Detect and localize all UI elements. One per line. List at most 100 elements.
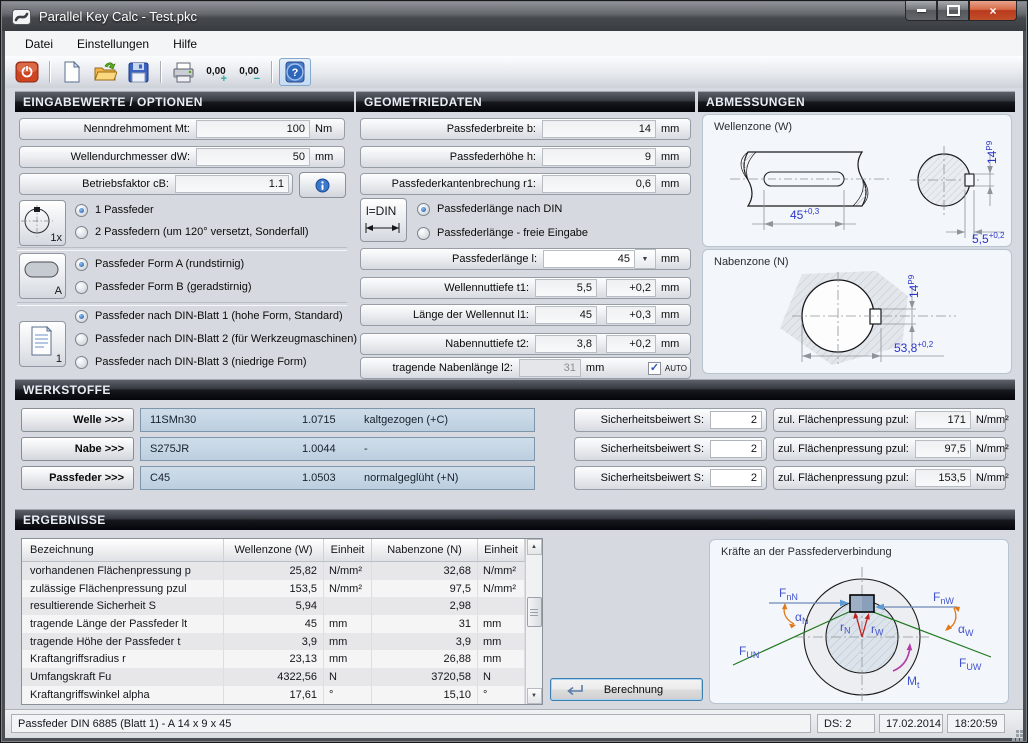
field-unit: mm [656, 309, 687, 321]
scroll-up-button[interactable]: ▲ [527, 539, 542, 555]
option-two-keys[interactable]: 2 Passfedern (um 120° versetzt, Sonderfa… [75, 224, 309, 240]
option-length-free[interactable]: Passfederlänge - freie Eingabe [417, 225, 588, 241]
table-row: Kraftangriffswinkel alpha 17,61 ° 15,10 … [22, 686, 525, 704]
option-label: Passfeder nach DIN-Blatt 2 (für Werkzeug… [95, 333, 357, 345]
welle-safety-row: Sicherheitsbeiwert S: 2 [574, 408, 767, 432]
app-icon [12, 9, 31, 25]
scroll-down-button[interactable]: ▼ [527, 688, 542, 704]
result-nabenzone-value: 26,88 [372, 650, 478, 668]
option-form-b[interactable]: Passfeder Form B (geradstirnig) [75, 279, 252, 295]
table-header-row: Bezeichnung Wellenzone (W) Einheit Naben… [22, 539, 525, 562]
col-header-einheit-1[interactable]: Einheit [324, 539, 372, 562]
field-unit: mm [656, 253, 687, 265]
field-label: Wellendurchmesser dW: [23, 151, 196, 163]
close-button[interactable]: × [969, 1, 1017, 21]
option-label: Passfeder nach DIN-Blatt 3 (niedrige For… [95, 356, 307, 368]
open-file-button[interactable] [90, 59, 120, 85]
title-bar[interactable]: Parallel Key Calc - Test.pkc [2, 2, 1026, 31]
section-header-abmessungen: ABMESSUNGEN [698, 91, 1015, 112]
result-unit: mm [324, 615, 372, 633]
option-form-a[interactable]: Passfeder Form A (rundstirnig) [75, 256, 244, 272]
scrollbar-thumb[interactable] [527, 597, 542, 627]
field-unit: mm [581, 362, 620, 374]
passfederlaenge-dropdown[interactable]: ▼ [635, 249, 656, 269]
result-unit: N/mm² [478, 562, 525, 580]
option-din-blatt-3[interactable]: Passfeder nach DIN-Blatt 3 (niedrige For… [75, 354, 307, 370]
resize-grip[interactable] [1016, 730, 1019, 733]
field-nenndrehmoment: Nenndrehmoment Mt: 100 Nm [19, 118, 345, 140]
pressure-label: zul. Flächenpressung pzul: [778, 472, 915, 484]
enter-arrow-icon [563, 683, 585, 697]
menu-einstellungen[interactable]: Einstellungen [65, 33, 161, 55]
result-wellenzone-value: 153,5 [224, 580, 324, 598]
status-text: Passfeder DIN 6885 (Blatt 1) - A 14 x 9 … [11, 714, 811, 733]
wellenzone-drawing: 45+0,3 14P9 5,5+0,2 [704, 138, 1010, 246]
result-unit: N/mm² [324, 580, 372, 598]
dim-key-width: 14 [985, 150, 999, 164]
berechnung-button[interactable]: Berechnung [550, 678, 703, 701]
status-ds: DS: 2 [817, 714, 875, 733]
option-one-key[interactable]: 1 Passfeder [75, 202, 154, 218]
torque-label: M [907, 674, 917, 688]
nabe-safety-input[interactable]: 2 [710, 440, 762, 458]
table-row: vorhandenen Flächenpressung p 25,82 N/mm… [22, 562, 525, 580]
col-header-bezeichnung[interactable]: Bezeichnung [22, 539, 224, 562]
force-label-fun: F [739, 644, 746, 658]
arrow-up-icon: ▲ [531, 544, 537, 550]
svg-text:FUW: FUW [959, 656, 982, 672]
option-din-blatt-1[interactable]: Passfeder nach DIN-Blatt 1 (hohe Form, S… [75, 308, 343, 324]
dim-bore-tol: +0,2 [917, 340, 933, 349]
col-header-nabenzone[interactable]: Nabenzone (N) [372, 539, 478, 562]
radio-icon [417, 203, 430, 216]
pressure-label: zul. Flächenpressung pzul: [778, 443, 915, 455]
result-unit: mm [324, 633, 372, 651]
iconbox-label: 1 [56, 353, 62, 365]
welle-material-button[interactable]: Welle >>> [21, 408, 134, 432]
result-wellenzone-value: 45 [224, 615, 324, 633]
material-number: 1.0044 [293, 443, 355, 455]
wellendurchmesser-input[interactable]: 50 [196, 148, 310, 166]
option-din-blatt-2[interactable]: Passfeder nach DIN-Blatt 2 (für Werkzeug… [75, 331, 357, 347]
section-header-eingabewerte: EINGABEWERTE / OPTIONEN [15, 91, 354, 112]
iconbox-label: A [55, 285, 62, 297]
nenndrehmoment-input[interactable]: 100 [196, 120, 310, 138]
force-diagram-panel: Kräfte an der Passfederverbindung [709, 539, 1009, 704]
col-header-wellenzone[interactable]: Wellenzone (W) [224, 539, 324, 562]
maximize-button[interactable] [937, 1, 969, 21]
option-length-din[interactable]: Passfederlänge nach DIN [417, 201, 562, 217]
nabennuttiefe-tolerance: +0,2 [606, 335, 656, 353]
result-nabenzone-value: 31 [372, 615, 478, 633]
menu-datei[interactable]: Datei [13, 33, 65, 55]
nabenlaenge-value: 31 [519, 359, 581, 377]
nabe-material-button[interactable]: Nabe >>> [21, 437, 134, 461]
passfeder-material-button[interactable]: Passfeder >>> [21, 466, 134, 490]
material-number: 1.0715 [293, 414, 355, 426]
option-label: Passfeder Form B (geradstirnig) [95, 281, 252, 293]
wellennuttiefe-value: 5,5 [535, 279, 597, 297]
decimal-increase-button[interactable]: 0,00 + [201, 59, 231, 85]
nabe-material-box: S275JR 1.0044 - [140, 437, 535, 461]
betriebsfaktor-info-button[interactable] [299, 172, 346, 198]
info-icon [315, 178, 330, 193]
dim-slot-length-tol: +0,3 [803, 207, 819, 216]
help-button[interactable]: ? [279, 58, 311, 86]
print-button[interactable] [168, 59, 198, 85]
passfeder-safety-row: Sicherheitsbeiwert S: 2 [574, 466, 767, 490]
table-row: resultierende Sicherheit S 5,94 2,98 [22, 597, 525, 615]
exit-button[interactable] [12, 59, 42, 85]
wellenzone-drawing-panel: Wellenzone (W) 45+0,3 [702, 114, 1012, 247]
minimize-button[interactable] [905, 1, 937, 21]
table-scrollbar[interactable]: ▲ ▼ [525, 539, 542, 704]
new-file-button[interactable] [57, 59, 87, 85]
field-betriebsfaktor: Betriebsfaktor cB: 1.1 [19, 173, 293, 195]
nabenzone-label: Nabenzone (N) [714, 256, 789, 268]
col-header-einheit-2[interactable]: Einheit [478, 539, 525, 562]
menu-hilfe[interactable]: Hilfe [161, 33, 209, 55]
save-button[interactable] [123, 59, 153, 85]
betriebsfaktor-input[interactable]: 1.1 [175, 175, 289, 193]
decimal-decrease-button[interactable]: 0,00 − [234, 59, 264, 85]
auto-checkbox[interactable]: ✓ [648, 362, 661, 375]
passfederlaenge-input[interactable]: 45 [543, 250, 635, 268]
passfeder-safety-input[interactable]: 2 [710, 469, 762, 487]
welle-safety-input[interactable]: 2 [710, 411, 762, 429]
